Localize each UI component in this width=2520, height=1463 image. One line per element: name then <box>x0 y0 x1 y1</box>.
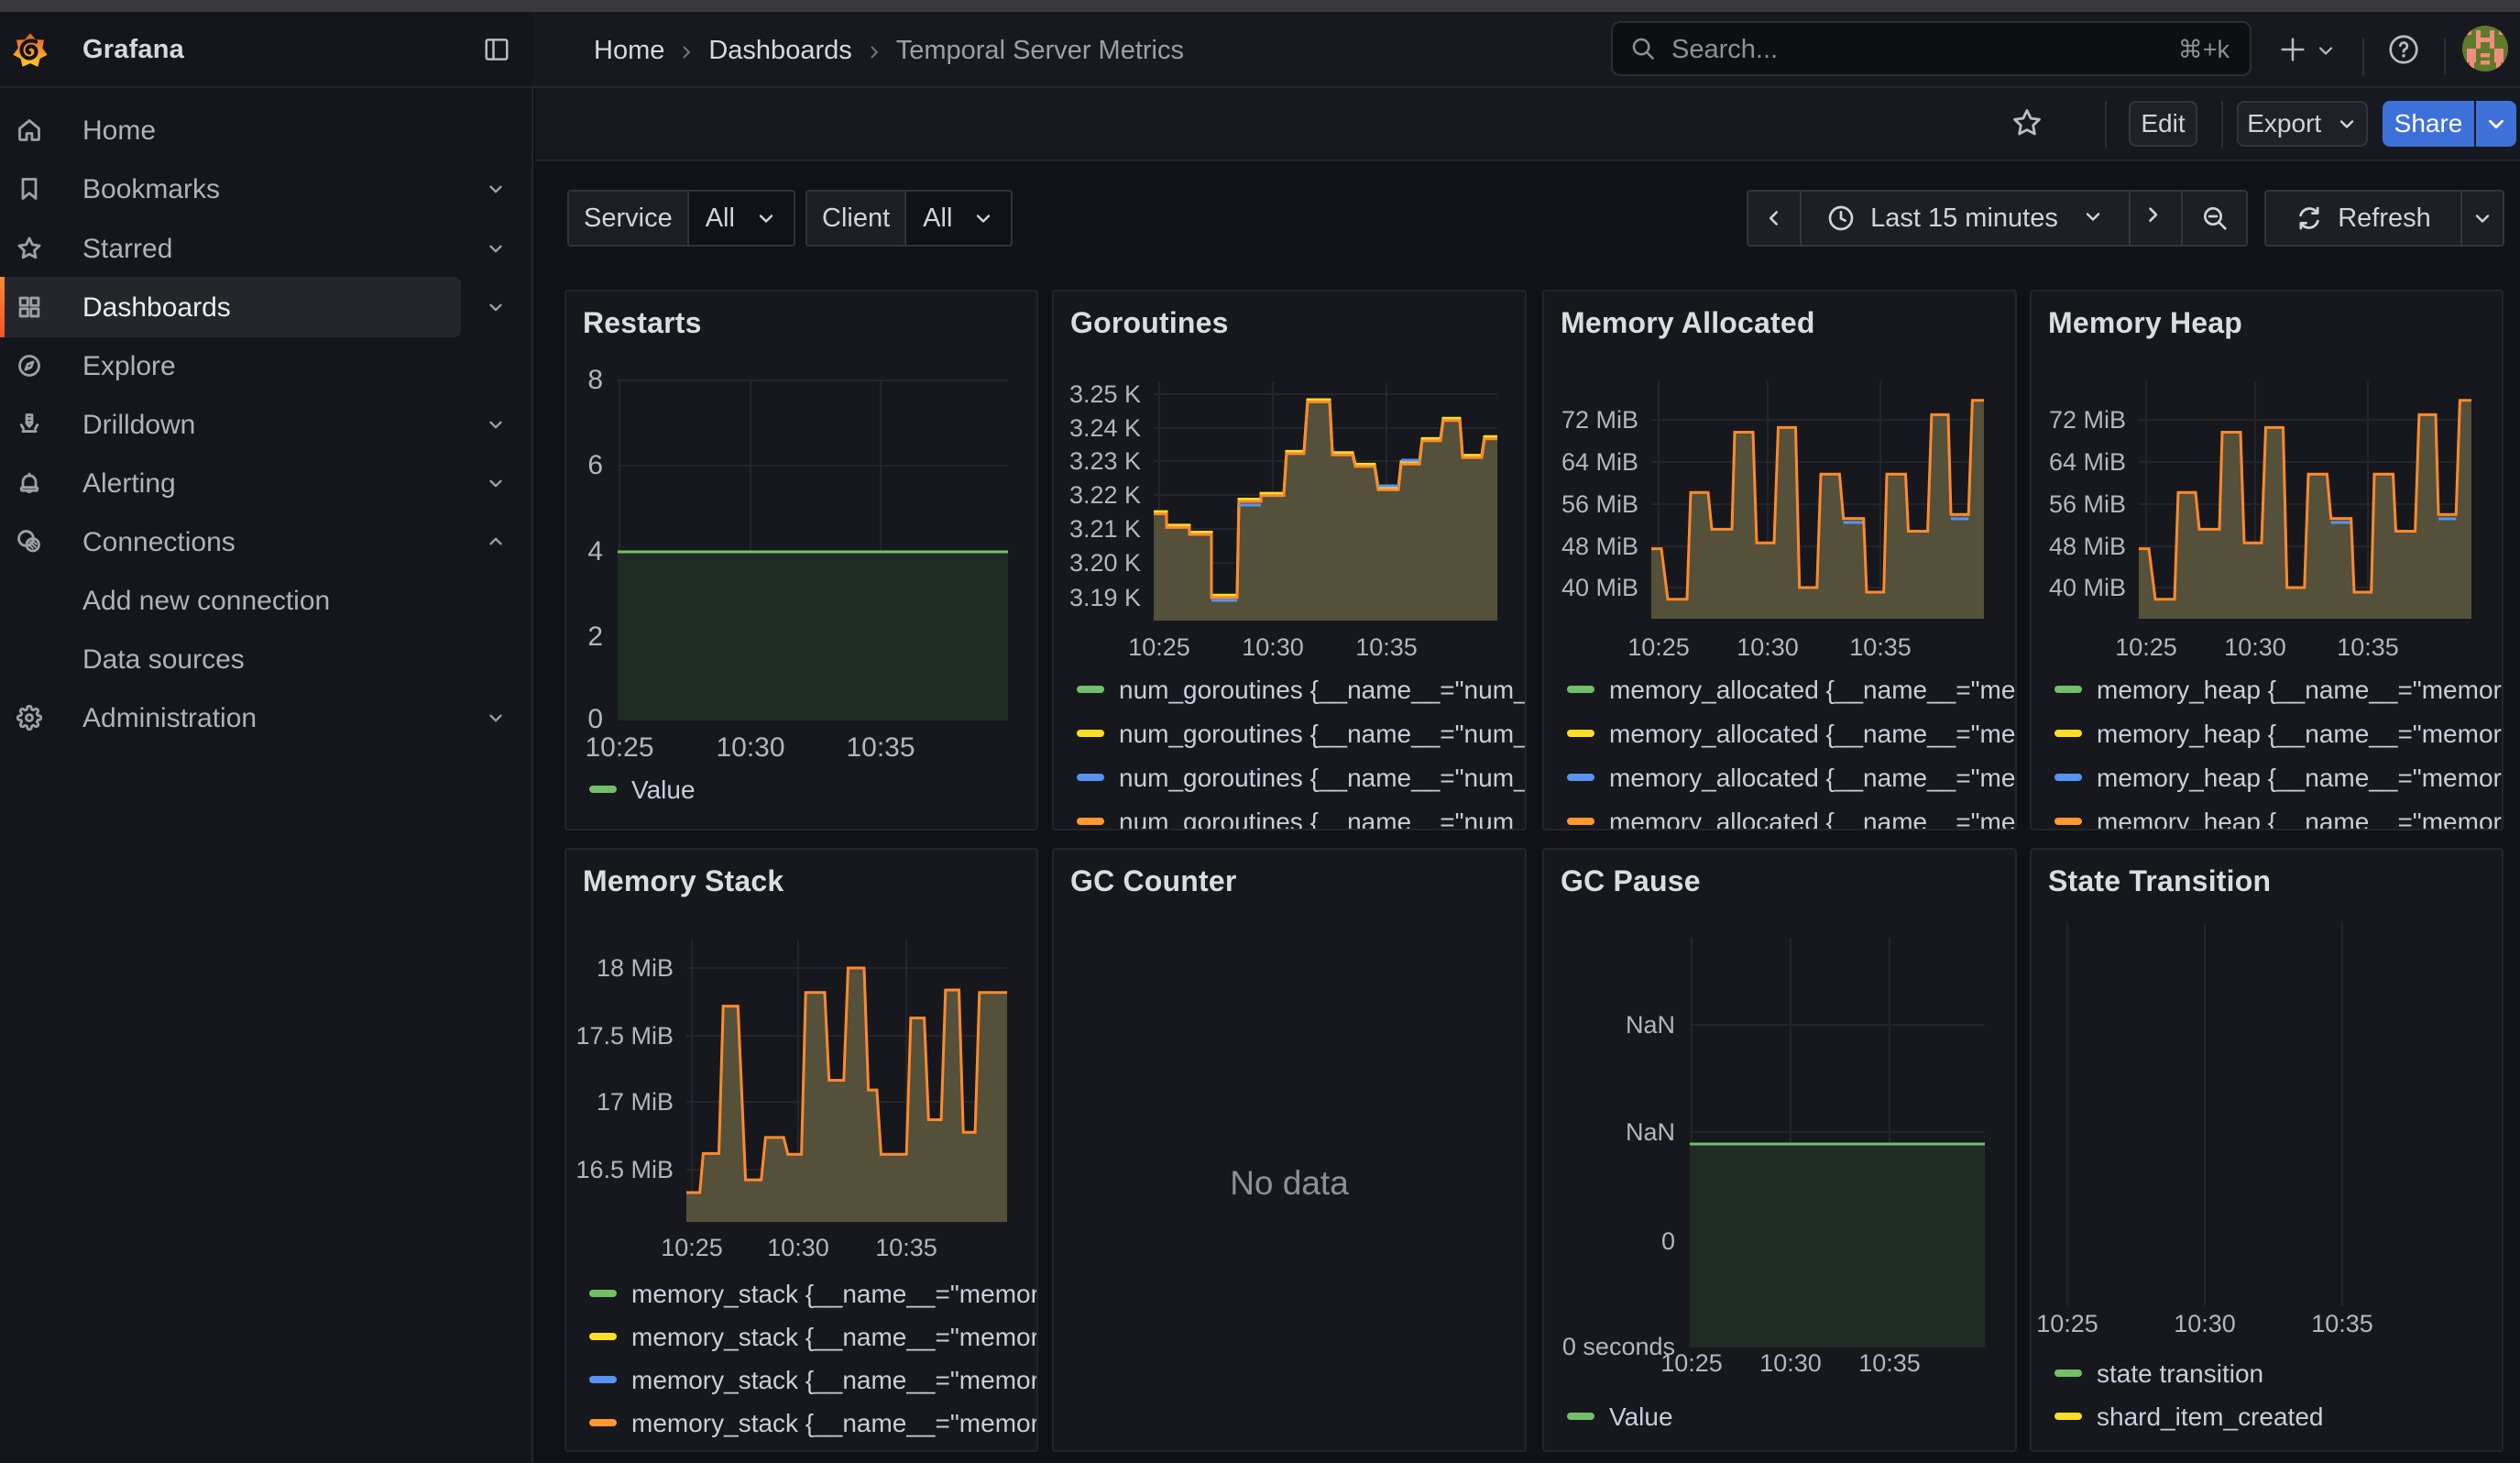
svg-text:2: 2 <box>587 622 603 652</box>
svg-text:10:35: 10:35 <box>2311 1310 2373 1337</box>
svg-text:0: 0 <box>587 704 603 734</box>
svg-text:56 MiB: 56 MiB <box>2049 490 2126 518</box>
svg-text:17.5 MiB: 17.5 MiB <box>575 1022 674 1050</box>
svg-text:3.20 K: 3.20 K <box>1069 549 1141 577</box>
svg-text:0 seconds: 0 seconds <box>1562 1333 1675 1360</box>
svg-text:10:25: 10:25 <box>585 732 653 763</box>
svg-text:56 MiB: 56 MiB <box>1561 490 1638 518</box>
svg-text:0: 0 <box>1661 1227 1675 1255</box>
svg-text:10:30: 10:30 <box>1759 1349 1822 1377</box>
svg-text:3.21 K: 3.21 K <box>1069 515 1141 543</box>
svg-text:3.24 K: 3.24 K <box>1069 414 1141 442</box>
svg-text:10:25: 10:25 <box>1660 1349 1723 1377</box>
svg-text:NaN: NaN <box>1626 1011 1675 1039</box>
svg-text:NaN: NaN <box>1626 1118 1675 1146</box>
svg-text:10:25: 10:25 <box>1128 633 1190 661</box>
svg-text:10:30: 10:30 <box>2174 1310 2236 1337</box>
svg-text:10:35: 10:35 <box>846 732 915 763</box>
svg-text:3.22 K: 3.22 K <box>1069 481 1141 509</box>
svg-text:40 MiB: 40 MiB <box>2049 574 2126 601</box>
svg-text:6: 6 <box>587 450 603 480</box>
svg-text:10:30: 10:30 <box>1737 633 1799 661</box>
svg-text:3.19 K: 3.19 K <box>1069 584 1141 611</box>
svg-text:72 MiB: 72 MiB <box>1561 406 1638 434</box>
svg-text:18 MiB: 18 MiB <box>597 954 674 982</box>
svg-text:10:30: 10:30 <box>716 732 784 763</box>
svg-text:10:35: 10:35 <box>1355 633 1418 661</box>
svg-text:10:25: 10:25 <box>661 1234 723 1261</box>
svg-text:8: 8 <box>587 365 603 395</box>
svg-text:4: 4 <box>587 536 603 566</box>
svg-text:10:35: 10:35 <box>1858 1349 1921 1377</box>
svg-text:10:35: 10:35 <box>1849 633 1912 661</box>
svg-text:72 MiB: 72 MiB <box>2049 406 2126 434</box>
svg-text:16.5 MiB: 16.5 MiB <box>575 1156 674 1183</box>
svg-text:10:35: 10:35 <box>875 1234 937 1261</box>
svg-text:10:25: 10:25 <box>2036 1310 2098 1337</box>
svg-text:3.23 K: 3.23 K <box>1069 447 1141 475</box>
svg-text:64 MiB: 64 MiB <box>1561 448 1638 476</box>
svg-text:10:35: 10:35 <box>2337 633 2399 661</box>
svg-text:3.25 K: 3.25 K <box>1069 380 1141 408</box>
svg-text:10:30: 10:30 <box>1242 633 1304 661</box>
svg-text:64 MiB: 64 MiB <box>2049 448 2126 476</box>
svg-text:10:25: 10:25 <box>1627 633 1690 661</box>
svg-text:10:30: 10:30 <box>2224 633 2286 661</box>
svg-text:17 MiB: 17 MiB <box>597 1088 674 1116</box>
svg-text:48 MiB: 48 MiB <box>2049 533 2126 560</box>
svg-text:40 MiB: 40 MiB <box>1561 574 1638 601</box>
svg-text:48 MiB: 48 MiB <box>1561 533 1638 560</box>
svg-text:10:25: 10:25 <box>2115 633 2177 661</box>
svg-text:10:30: 10:30 <box>767 1234 829 1261</box>
